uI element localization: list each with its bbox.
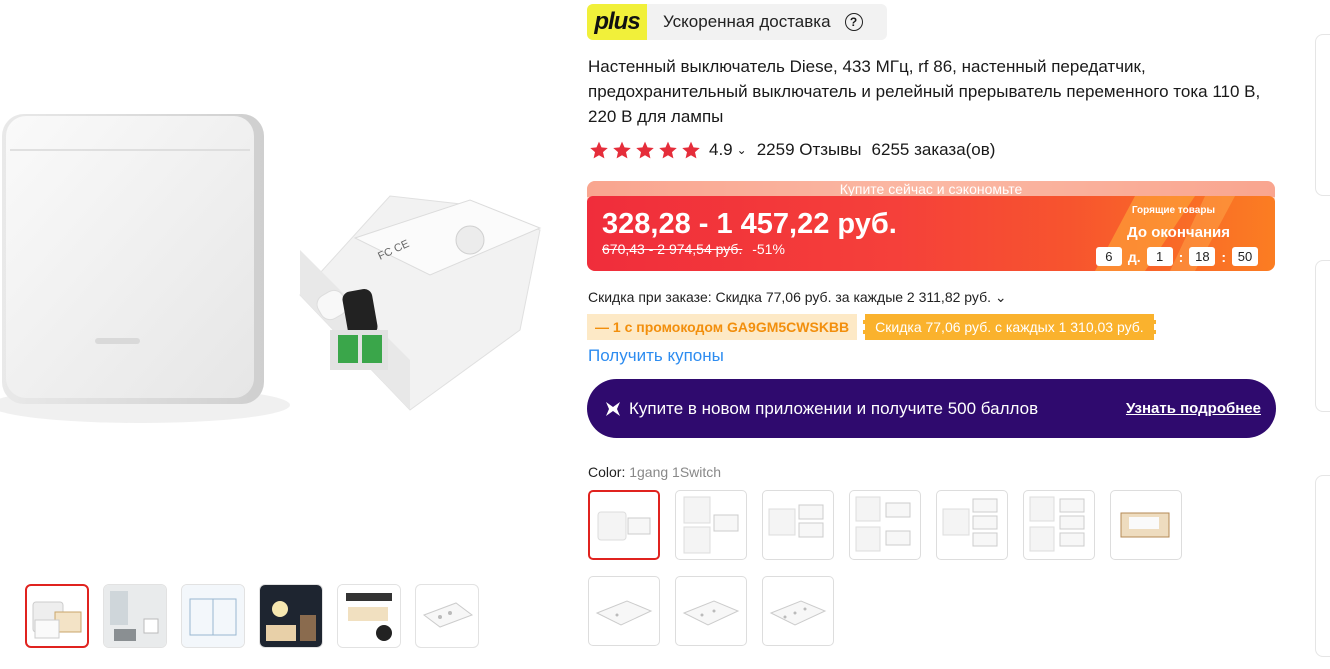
color-option[interactable]	[675, 576, 747, 646]
star-icon	[659, 141, 677, 159]
color-value: 1gang 1Switch	[629, 464, 722, 480]
thumbnail[interactable]	[25, 584, 89, 648]
question-circle-icon[interactable]: ?	[844, 13, 863, 31]
color-option[interactable]	[588, 490, 660, 560]
plus-delivery-badge[interactable]: plus Ускоренная доставка ?	[587, 4, 887, 40]
color-label: Color: 1gang 1Switch	[588, 464, 721, 480]
product-title: Настенный выключатель Diese, 433 МГц, rf…	[588, 57, 1261, 126]
thumbnail[interactable]	[103, 584, 167, 648]
promo-code-label[interactable]: — 1 с промокодом GA9GM5CWSKBB	[587, 314, 858, 340]
thumbnail[interactable]	[337, 584, 401, 648]
discount-percent: -51%	[752, 241, 785, 257]
color-options	[588, 490, 1208, 646]
plus-logo: plus	[587, 4, 647, 40]
color-option[interactable]	[675, 490, 747, 560]
current-price: 328,28 - 1 457,22 руб.	[602, 208, 897, 240]
timer-hours: 1	[1146, 247, 1173, 266]
side-panel	[1315, 260, 1330, 412]
star-icon	[636, 141, 654, 159]
price-main: 328,28 - 1 457,22 руб. 670,43 - 2 974,54…	[587, 196, 1275, 271]
order-discount-line[interactable]: Скидка при заказе: Скидка 77,06 руб. за …	[588, 289, 1007, 306]
color-option[interactable]	[1110, 490, 1182, 560]
rating-stars	[589, 140, 701, 160]
countdown-timer: 6 д. 1 : 18 : 50	[1095, 247, 1258, 266]
hot-deals-label: Горящие товары	[1131, 205, 1215, 216]
thumbnail[interactable]	[259, 584, 323, 648]
order-discount-text: Скидка при заказе: Скидка 77,06 руб. за …	[588, 289, 991, 305]
price-banner: Купите сейчас и сэкономьте 328,28 - 1 45…	[587, 181, 1275, 271]
get-coupons-link[interactable]: Получить купоны	[588, 346, 724, 366]
chevron-down-icon[interactable]: ⌄	[991, 289, 1007, 305]
app-gift-icon	[606, 401, 620, 416]
app-promo-banner[interactable]: Купите в новом приложении и получите 500…	[587, 379, 1276, 438]
timer-minutes: 18	[1189, 247, 1216, 266]
timer-days: 6	[1095, 247, 1122, 266]
color-option[interactable]	[936, 490, 1008, 560]
chevron-down-icon[interactable]: ⌄	[737, 143, 747, 157]
star-icon	[590, 141, 608, 159]
rating-score[interactable]: 4.9	[709, 140, 733, 160]
side-panel	[1315, 34, 1330, 196]
learn-more-link[interactable]: Узнать подробнее	[1126, 400, 1261, 417]
star-icon	[682, 141, 700, 159]
promo-row[interactable]: — 1 с промокодом GA9GM5CWSKBB Скидка 77,…	[587, 314, 1156, 340]
color-option[interactable]	[762, 490, 834, 560]
promo-discount-label[interactable]: Скидка 77,06 руб. с каждых 1 310,03 руб.	[863, 314, 1156, 340]
side-panel	[1315, 475, 1330, 657]
orders-count: 6255 заказа(ов)	[871, 140, 996, 159]
main-product-image[interactable]: FC CE	[0, 0, 560, 560]
rating-row: 4.9 ⌄ 2259 Отзывы 6255 заказа(ов)	[589, 138, 995, 162]
app-promo-text: Купите в новом приложении и получите 500…	[629, 398, 1039, 418]
plus-label: Ускоренная доставка	[663, 12, 831, 31]
color-option[interactable]	[588, 576, 660, 646]
thumbnail-strip	[25, 584, 479, 648]
color-label-title: Color:	[588, 464, 630, 480]
timer-days-unit: д.	[1127, 248, 1141, 265]
color-option[interactable]	[1023, 490, 1095, 560]
deadline-label: До окончания	[1127, 224, 1230, 241]
timer-seconds: 50	[1232, 247, 1258, 266]
thumbnail[interactable]	[181, 584, 245, 648]
color-option[interactable]	[849, 490, 921, 560]
reviews-count[interactable]: 2259 Отзывы	[757, 140, 862, 160]
price-banner-top: Купите сейчас и сэкономьте	[587, 181, 1275, 197]
color-option[interactable]	[762, 576, 834, 646]
thumbnail[interactable]	[415, 584, 479, 648]
old-price: 670,43 - 2 974,54 руб.	[602, 241, 743, 257]
star-icon	[613, 141, 631, 159]
